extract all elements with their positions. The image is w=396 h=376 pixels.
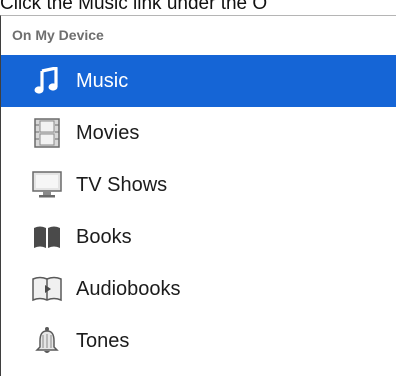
sidebar-item-movies[interactable]: Movies bbox=[1, 107, 396, 159]
sidebar-item-tv-shows[interactable]: TV Shows bbox=[1, 159, 396, 211]
music-note-icon bbox=[32, 66, 62, 96]
bell-icon bbox=[32, 326, 62, 356]
sidebar-item-label: Music bbox=[76, 69, 129, 92]
sidebar-item-label: Books bbox=[76, 225, 132, 248]
book-icon bbox=[32, 222, 62, 252]
sidebar-item-music[interactable]: Music bbox=[1, 55, 396, 107]
audiobook-icon bbox=[32, 274, 62, 304]
sidebar-panel: On My Device Music Movies TV Shows Books… bbox=[0, 15, 396, 376]
tv-icon bbox=[32, 170, 62, 200]
sidebar-item-tones[interactable]: Tones bbox=[1, 315, 396, 367]
instruction-caption: Click the Music link under the O bbox=[0, 0, 268, 14]
sidebar-item-books[interactable]: Books bbox=[1, 211, 396, 263]
sidebar-item-label: TV Shows bbox=[76, 173, 168, 196]
section-header: On My Device bbox=[12, 27, 104, 43]
sidebar-item-label: Tones bbox=[76, 329, 130, 352]
sidebar-item-label: Movies bbox=[76, 121, 140, 144]
sidebar-item-label: Audiobooks bbox=[76, 277, 181, 300]
sidebar-item-audiobooks[interactable]: Audiobooks bbox=[1, 263, 396, 315]
film-icon bbox=[32, 118, 62, 148]
